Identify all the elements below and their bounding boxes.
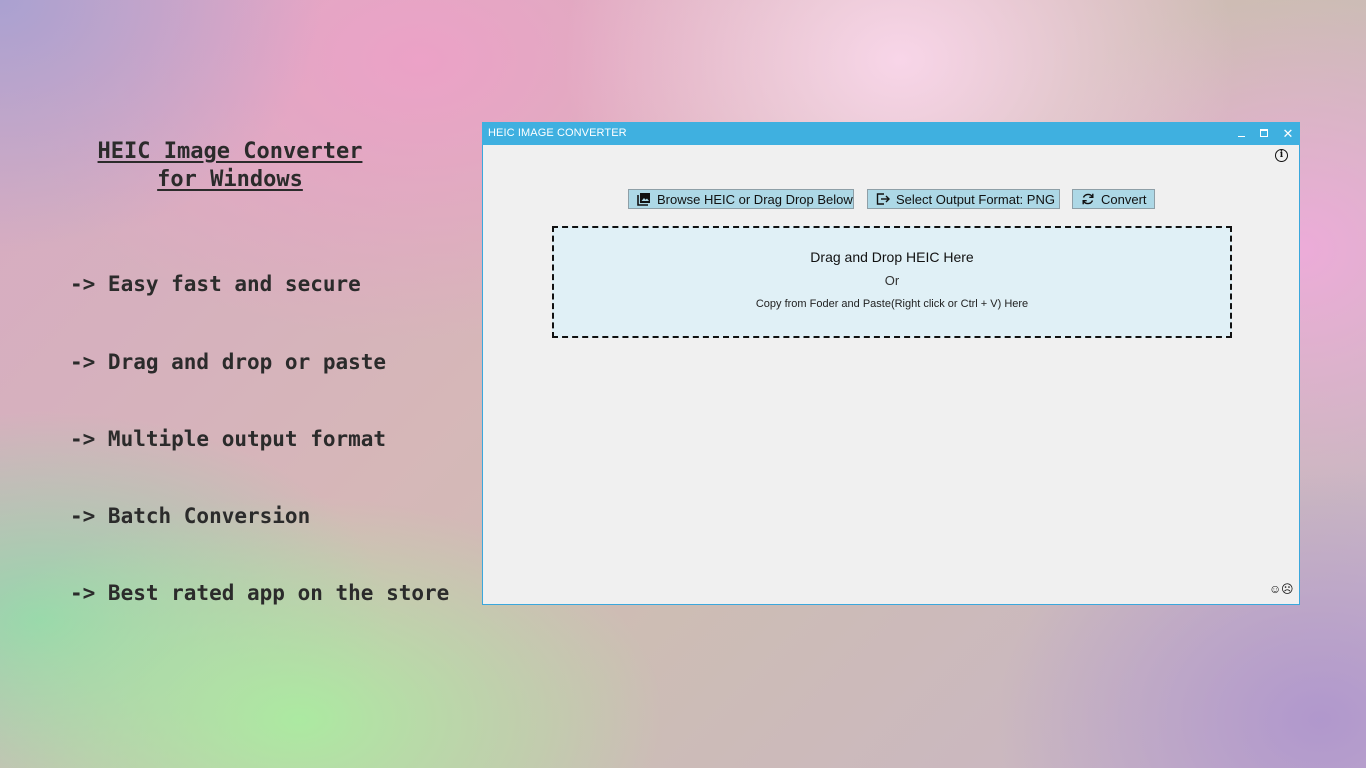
info-icon[interactable]: i xyxy=(1275,149,1288,162)
minimize-button[interactable] xyxy=(1232,125,1250,142)
feature-item: -> Easy fast and secure xyxy=(70,272,361,297)
select-output-format-button[interactable]: Select Output Format: PNG xyxy=(867,189,1060,209)
drop-zone-or: Or xyxy=(884,273,900,288)
feature-item: -> Best rated app on the store xyxy=(70,580,450,605)
drop-zone-heading: Drag and Drop HEIC Here xyxy=(810,249,974,265)
feature-item: -> Multiple output format xyxy=(70,426,387,451)
browse-heic-label: Browse HEIC or Drag Drop Below xyxy=(657,191,853,207)
promo-title-line-2: for Windows xyxy=(157,167,303,192)
select-output-format-label: Select Output Format: PNG xyxy=(896,191,1055,207)
convert-label: Convert xyxy=(1101,191,1147,207)
image-stack-icon xyxy=(637,192,651,206)
happy-feedback-icon[interactable]: ☺ xyxy=(1269,583,1281,595)
sad-feedback-icon[interactable]: ☹ xyxy=(1281,583,1294,595)
promo-title: HEIC Image Converter for Windows xyxy=(70,138,390,194)
feature-item: -> Drag and drop or paste xyxy=(70,349,387,374)
close-button[interactable]: ✕ xyxy=(1279,125,1297,142)
convert-button[interactable]: Convert xyxy=(1072,189,1155,209)
feature-list: -> Easy fast and secure -> Drag and drop… xyxy=(70,221,449,632)
drop-zone-paste-hint: Copy from Foder and Paste(Right click or… xyxy=(755,298,1029,310)
maximize-icon xyxy=(1260,129,1268,138)
promo-title-line-1: HEIC Image Converter xyxy=(97,139,363,164)
title-bar[interactable]: HEIC IMAGE CONVERTER ✕ xyxy=(482,122,1300,145)
drop-zone[interactable]: Drag and Drop HEIC Here Or Copy from Fod… xyxy=(552,226,1232,338)
maximize-button[interactable] xyxy=(1255,125,1273,142)
feedback-group: ☺ ☹ xyxy=(1269,583,1294,595)
export-icon xyxy=(876,192,890,206)
window-title: HEIC IMAGE CONVERTER xyxy=(488,127,627,139)
app-window: HEIC IMAGE CONVERTER ✕ i Browse HEIC or … xyxy=(482,122,1300,605)
refresh-icon xyxy=(1081,192,1095,206)
close-icon: ✕ xyxy=(1282,126,1294,141)
minimize-icon xyxy=(1237,135,1245,137)
browse-heic-button[interactable]: Browse HEIC or Drag Drop Below xyxy=(628,189,854,209)
feature-item: -> Batch Conversion xyxy=(70,503,311,528)
